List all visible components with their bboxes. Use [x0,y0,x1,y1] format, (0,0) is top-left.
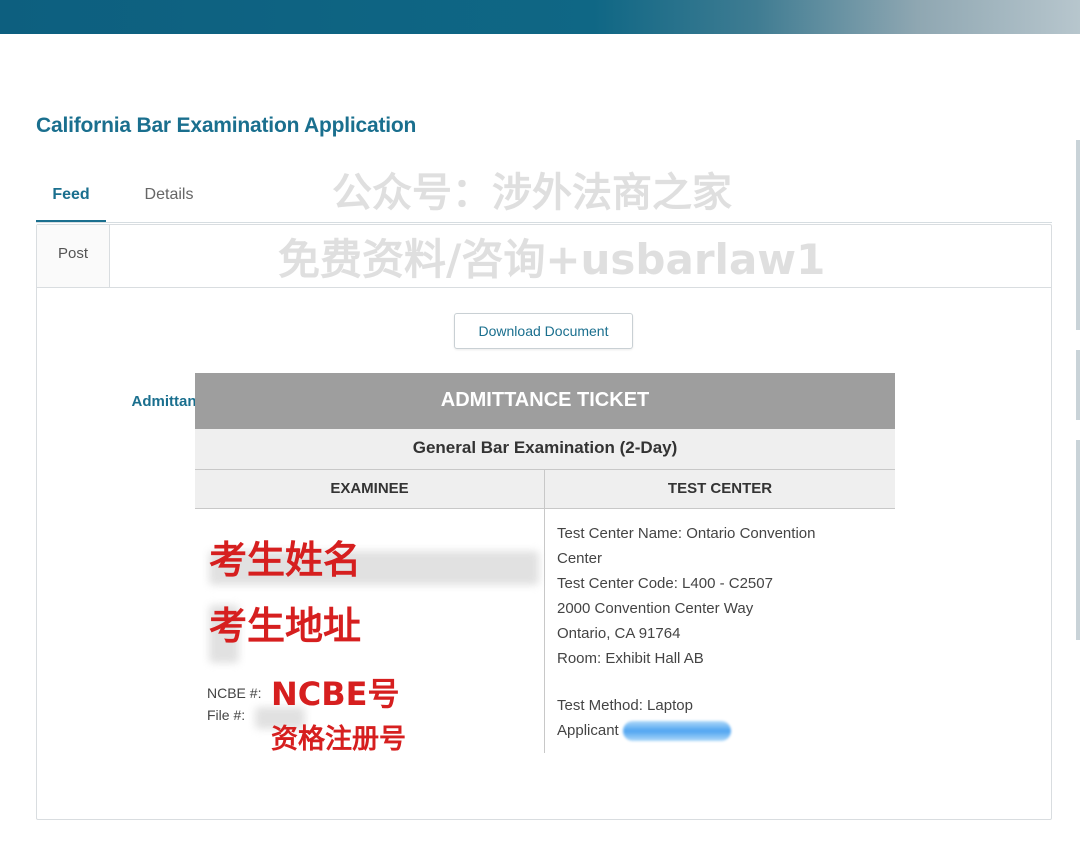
sub-tabs: Post Admittance Ticket [37,225,1051,436]
admittance-ticket: ADMITTANCE TICKET General Bar Examinatio… [195,373,895,755]
main-tabs: Feed Details [36,180,1052,223]
test-center-line: 2000 Convention Center Way [557,600,754,617]
tab-details[interactable]: Details [136,180,202,220]
test-center-line: Test Center Code: L400 - C2507 [557,575,773,592]
test-center-details: Test Center Name: Ontario Convention Cen… [545,509,895,753]
test-method: Test Method: Laptop [557,697,693,714]
feed-panel: Post Admittance Ticket Download Document… [36,224,1052,820]
tab-post[interactable]: Post [37,225,110,287]
ticket-body: 考生姓名 考生地址 NCBE #: File #: NCBE号 资格注册号 Te… [195,509,895,755]
annotation-file: 资格注册号 [271,724,406,755]
tab-feed[interactable]: Feed [36,180,106,223]
redacted-applicant [622,721,731,742]
annotation-ncbe: NCBE号 [271,675,400,713]
ticket-header: ADMITTANCE TICKET [195,373,895,429]
examinee-details: 考生姓名 考生地址 NCBE #: File #: NCBE号 资格注册号 [195,509,545,755]
test-center-heading: TEST CENTER [667,480,773,497]
page-title: California Bar Examination Application [36,114,417,137]
ncbe-label: NCBE #: [207,685,262,701]
applicant-label: Applicant [557,722,619,739]
download-document-button[interactable]: Download Document [454,313,633,349]
test-center-line: Test Center Name: Ontario Convention [557,525,816,542]
tabs-divider [36,222,1052,223]
file-label: File #: [207,707,246,723]
page-edge [1076,440,1080,640]
page-edge [1076,350,1080,420]
test-center-line: Ontario, CA 91764 [557,625,681,642]
examinee-heading: EXAMINEE [195,470,545,508]
test-center-line: Room: Exhibit Hall AB [557,650,704,667]
ticket-column-headers: EXAMINEE TEST CENTER [195,470,895,509]
top-banner [0,0,1080,34]
annotation-name: 考生姓名 [209,538,362,582]
exam-title: General Bar Examination (2-Day) [195,429,895,470]
page-edge [1076,140,1080,330]
annotation-address: 考生地址 [209,604,362,648]
test-center-line: Center [557,550,603,567]
applicant-row: Applicant [557,718,895,743]
